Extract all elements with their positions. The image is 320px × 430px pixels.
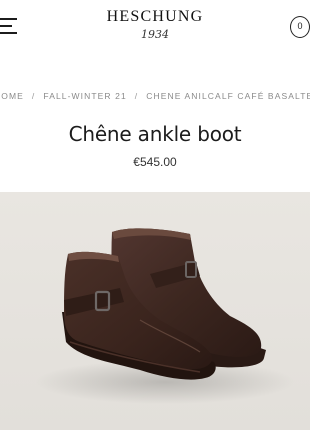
brand-name: HESCHUNG [106, 8, 204, 25]
boots-illustration [0, 192, 310, 430]
cart-button[interactable]: 0 [290, 16, 310, 38]
breadcrumb: HOME / FALL-WINTER 21 / CHENE ANILCALF CAFÉ … [0, 91, 310, 101]
product-image[interactable] [0, 192, 310, 430]
product-price: €545.00 [133, 155, 177, 169]
menu-line-bottom [0, 32, 17, 34]
product-title: Chêne ankle boot [68, 122, 242, 146]
brand-year: 1934 [141, 28, 169, 41]
menu-line-top [0, 18, 17, 20]
breadcrumb-collection[interactable]: FALL-WINTER 21 [43, 91, 126, 101]
menu-button[interactable] [0, 16, 20, 36]
breadcrumb-separator: / [134, 91, 139, 101]
breadcrumb-home[interactable]: HOME [0, 91, 24, 101]
breadcrumb-current: CHENE ANILCALF CAFÉ BASALTE [146, 91, 310, 101]
brand-logo[interactable]: HESCHUNG 1934 [95, 8, 215, 48]
site-header: HESCHUNG 1934 0 [0, 0, 310, 62]
cart-count: 0 [297, 21, 303, 31]
menu-line-middle [0, 25, 12, 27]
breadcrumb-separator: / [31, 91, 36, 101]
